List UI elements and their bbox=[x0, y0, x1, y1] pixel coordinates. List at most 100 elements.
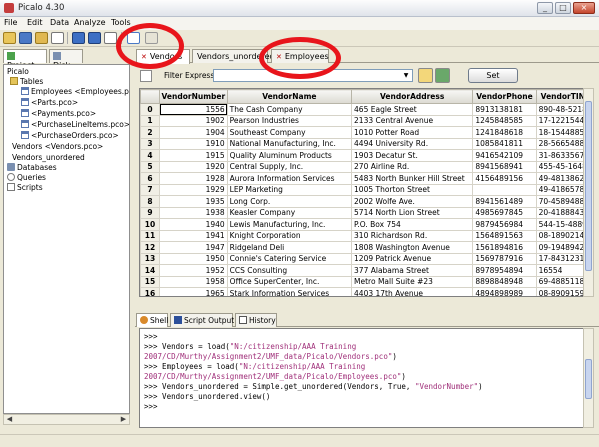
column-header[interactable]: VendorTIN bbox=[535, 89, 590, 104]
table-cell[interactable]: 1928 bbox=[159, 172, 228, 185]
table-row[interactable]: 3 1910 National Manufacturing, Inc. 4494 Un… bbox=[140, 137, 590, 150]
table-cell[interactable]: Office SuperCenter, Inc. bbox=[226, 275, 353, 288]
table-cell[interactable]: 270 Airline Rd. bbox=[351, 160, 474, 173]
table-row[interactable]: 11 1941 Knight Corporation 310 Richardson R… bbox=[140, 229, 590, 242]
table-cell[interactable]: Pearson Industries bbox=[226, 114, 353, 127]
table-cell[interactable]: Keasler Company bbox=[226, 206, 353, 219]
tree-root[interactable]: Picalo bbox=[7, 67, 29, 77]
table-cell[interactable]: 08-8909159 bbox=[535, 287, 590, 296]
table-vertical-scrollbar[interactable] bbox=[583, 88, 594, 297]
tab-shell[interactable]: Shell bbox=[136, 313, 168, 327]
table-row[interactable]: 7 1929 LEP Marketing 1005 Thorton Street 49-… bbox=[140, 183, 590, 196]
open-file-icon[interactable] bbox=[35, 32, 48, 44]
table-cell[interactable]: 1965 bbox=[159, 287, 228, 296]
table-cell[interactable]: 5483 North Bunker Hill Street bbox=[351, 172, 474, 185]
table-row[interactable]: 14 1952 CCS Consulting 377 Alabama Street 89… bbox=[140, 264, 590, 277]
table-cell[interactable]: 9416542109 bbox=[472, 149, 537, 162]
table-cell[interactable]: Quality Aluminum Products bbox=[226, 149, 353, 162]
table-cell[interactable]: P.O. Box 754 bbox=[351, 218, 474, 231]
data-table[interactable]: VendorNumber VendorName VendorAddress Ve… bbox=[139, 88, 591, 297]
edit-filter-icon[interactable] bbox=[140, 70, 152, 82]
table-cell[interactable]: CCS Consulting bbox=[226, 264, 353, 277]
table-cell[interactable]: 1952 bbox=[159, 264, 228, 277]
table-cell[interactable]: 1915 bbox=[159, 149, 228, 162]
table-cell[interactable]: 4403 17th Avenue bbox=[351, 287, 474, 296]
table-cell[interactable]: 1556 bbox=[159, 103, 228, 116]
menu-analyze[interactable]: Analyze bbox=[74, 18, 106, 27]
table-cell[interactable]: 5714 North Lion Street bbox=[351, 206, 474, 219]
table-row[interactable]: 12 1947 Ridgeland Deli 1808 Washington Aven… bbox=[140, 241, 590, 254]
tree-table-item[interactable]: <PurchaseOrders.pco> bbox=[21, 131, 119, 141]
table-row[interactable]: 2 1904 Southeast Company 1010 Potter Road 12… bbox=[140, 126, 590, 139]
table-cell[interactable]: 1920 bbox=[159, 160, 228, 173]
table-cell[interactable]: 1938 bbox=[159, 206, 228, 219]
menu-tools[interactable]: Tools bbox=[111, 18, 131, 27]
tree-databases[interactable]: Databases bbox=[7, 163, 57, 173]
table-cell[interactable]: Central Supply, Inc. bbox=[226, 160, 353, 173]
table-cell[interactable]: 1241848618 bbox=[472, 126, 537, 139]
table-cell[interactable]: 377 Alabama Street bbox=[351, 264, 474, 277]
table-cell[interactable]: 17-8431231 bbox=[535, 252, 590, 265]
scrollbar-thumb[interactable] bbox=[585, 359, 592, 399]
new-project-icon[interactable] bbox=[19, 32, 32, 44]
table-cell[interactable]: 1005 Thorton Street bbox=[351, 183, 474, 196]
table-cell[interactable]: 1209 Patrick Avenue bbox=[351, 252, 474, 265]
table-cell[interactable]: 1958 bbox=[159, 275, 228, 288]
table-cell[interactable]: 1010 Potter Road bbox=[351, 126, 474, 139]
tab-script-output[interactable]: Script Output bbox=[170, 313, 234, 327]
table-row[interactable]: 1 1902 Pearson Industries 2133 Central Aven… bbox=[140, 114, 590, 127]
table-cell[interactable]: 310 Richardson Rd. bbox=[351, 229, 474, 242]
table-cell[interactable]: 4985697845 bbox=[472, 206, 537, 219]
table-cell[interactable]: Southeast Company bbox=[226, 126, 353, 139]
chevron-down-icon[interactable]: ▼ bbox=[401, 71, 411, 80]
splitter[interactable] bbox=[135, 303, 599, 307]
scrollbar-thumb[interactable] bbox=[585, 101, 592, 271]
table-cell[interactable]: 8941568941 bbox=[472, 160, 537, 173]
table-cell[interactable]: 31-8633567 bbox=[535, 149, 590, 162]
column-header[interactable]: VendorAddress bbox=[351, 89, 474, 104]
table-cell[interactable]: 20-4188843 bbox=[535, 206, 590, 219]
column-header[interactable]: VendorName bbox=[226, 89, 353, 104]
save-icon[interactable] bbox=[72, 32, 85, 44]
tab-disk[interactable]: Disk bbox=[49, 49, 83, 70]
table-cell[interactable]: National Manufacturing, Inc. bbox=[226, 137, 353, 150]
column-header[interactable]: VendorNumber bbox=[159, 89, 228, 104]
table-row[interactable]: 15 1958 Office SuperCenter, Inc. Metro Mall… bbox=[140, 275, 590, 288]
table-cell[interactable]: 8913138181 bbox=[472, 103, 537, 116]
open-folder-icon[interactable] bbox=[3, 32, 16, 44]
table-cell[interactable]: 465 Eagle Street bbox=[351, 103, 474, 116]
table-cell[interactable]: Stark Information Services bbox=[226, 287, 353, 296]
table-cell[interactable]: 1941 bbox=[159, 229, 228, 242]
table-cell[interactable]: 8978954894 bbox=[472, 264, 537, 277]
table-cell[interactable]: 18-1544885 bbox=[535, 126, 590, 139]
close-button[interactable]: × bbox=[573, 2, 595, 14]
table-cell[interactable]: Ridgeland Deli bbox=[226, 241, 353, 254]
table-cell[interactable]: 1904 bbox=[159, 126, 228, 139]
table-cell[interactable]: 1935 bbox=[159, 195, 228, 208]
table-row[interactable]: 4 1915 Quality Aluminum Products 1903 Decat… bbox=[140, 149, 590, 162]
tab-vendors-unordered[interactable]: Vendors_unordered bbox=[192, 49, 275, 63]
table-row[interactable]: 0 1556 The Cash Company 465 Eagle Street 891… bbox=[140, 103, 590, 116]
table-cell[interactable]: 2002 Wolfe Ave. bbox=[351, 195, 474, 208]
tree-queries[interactable]: Queries bbox=[7, 173, 46, 183]
table-cell[interactable]: 17-1221544 bbox=[535, 114, 590, 127]
set-button[interactable]: Set bbox=[468, 68, 518, 83]
close-file-icon[interactable] bbox=[51, 32, 64, 44]
table-row[interactable]: 13 1950 Connie's Catering Service 1209 Patr… bbox=[140, 252, 590, 265]
tree-tables[interactable]: Tables bbox=[10, 77, 43, 87]
tab-project[interactable]: Project bbox=[3, 49, 47, 70]
tree-table-item[interactable]: Employees <Employees.pco> bbox=[21, 87, 129, 97]
save-as-icon[interactable] bbox=[88, 32, 101, 44]
table-cell[interactable]: 1085841811 bbox=[472, 137, 537, 150]
table-cell[interactable]: 1569787916 bbox=[472, 252, 537, 265]
table-cell[interactable] bbox=[472, 183, 537, 196]
print-icon[interactable] bbox=[104, 32, 117, 44]
filter-search-icon[interactable] bbox=[418, 68, 433, 83]
scroll-left-icon[interactable]: ◀ bbox=[4, 415, 15, 424]
table-cell[interactable]: 49-4813862 bbox=[535, 172, 590, 185]
table-cell[interactable]: 1910 bbox=[159, 137, 228, 150]
table-cell[interactable]: Aurora Information Services bbox=[226, 172, 353, 185]
tree-table-item[interactable]: <Payments.pco> bbox=[21, 109, 96, 119]
tree-table-item[interactable]: Vendors_unordered bbox=[12, 153, 85, 163]
table-cell[interactable]: 1561894816 bbox=[472, 241, 537, 254]
